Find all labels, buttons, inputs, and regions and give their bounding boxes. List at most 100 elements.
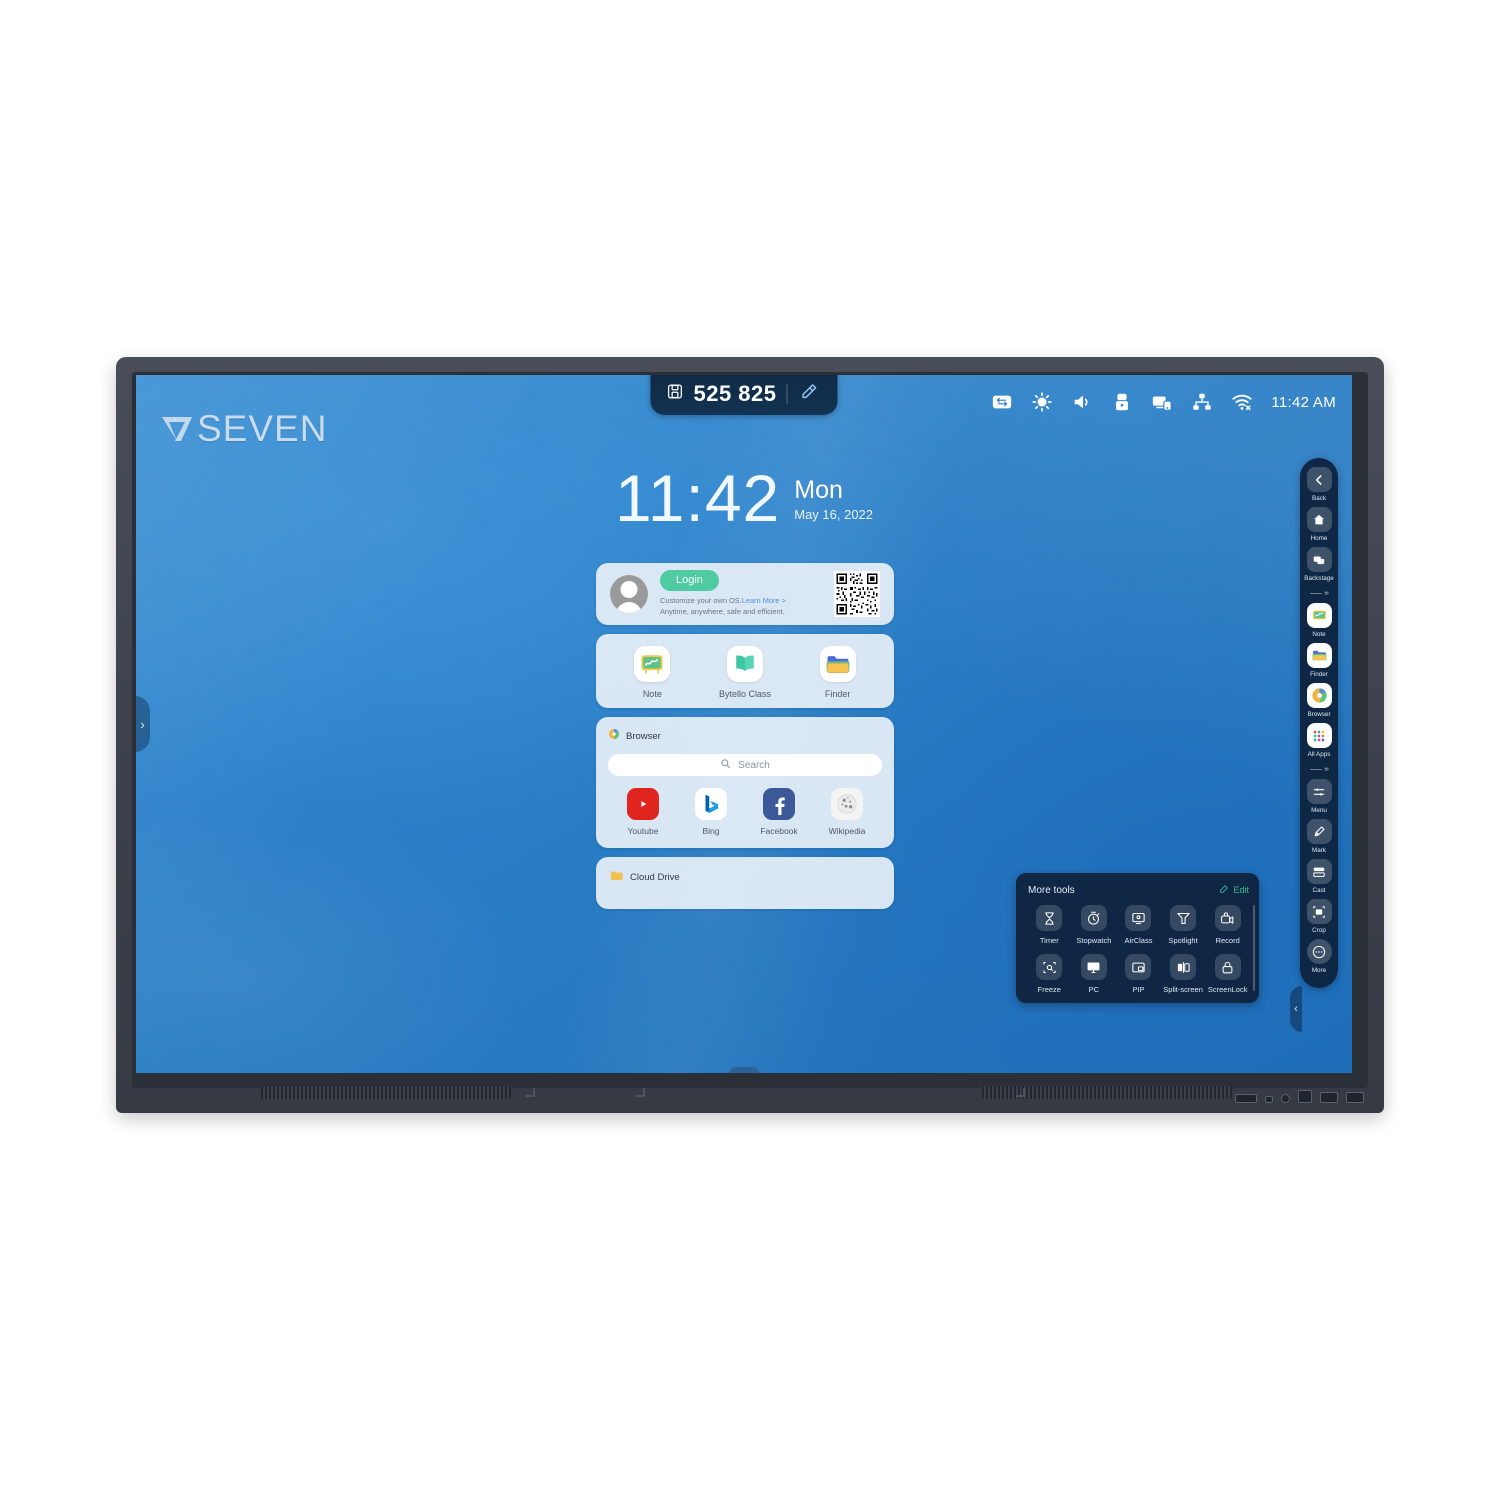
input-source-icon[interactable] [991,391,1013,413]
search-input[interactable]: Search [608,754,882,776]
search-icon [720,756,731,774]
browser-globe-icon [608,727,620,745]
wifi-off-icon[interactable] [1231,391,1253,413]
home-icon [1306,507,1332,532]
pen-eraser-icon[interactable] [798,382,820,407]
browser-globe-icon [1306,683,1332,708]
login-qr-code[interactable] [834,571,880,617]
sidebar-item-backstage[interactable]: Backstage [1304,547,1334,582]
tool-label: Split-screen [1163,985,1203,994]
brightness-icon[interactable] [1031,391,1053,413]
tool-airclass[interactable]: AirClass [1117,905,1160,945]
display-screen: SEVEN 525 825 11:42 AM 11:42 Mon May 16,… [136,375,1352,1073]
bookmark-label: Bing [702,826,720,836]
device-id-pill[interactable]: 525 825 [650,375,838,415]
apps-row: Note Bytello Class Finder [606,646,884,699]
bookmark-youtube[interactable]: Youtube [610,788,676,836]
tool-pc[interactable]: PC [1073,954,1116,994]
note-whiteboard-icon [634,646,671,682]
brand-logo: SEVEN [160,410,327,447]
sidebar-item-finder[interactable]: Finder [1306,643,1332,678]
sidebar-divider-2: ››› [1310,766,1329,773]
app-finder[interactable]: Finder [800,646,876,699]
tool-stopwatch[interactable]: Stopwatch [1073,905,1116,945]
sidebar-label: Home [1310,535,1328,542]
sidebar-item-mark[interactable]: Mark [1306,819,1332,854]
sidebar-item-cast[interactable]: Cast [1306,859,1332,894]
bookmark-wikipedia[interactable]: Wikipedia [814,788,880,836]
divider-chevrons: ››› [1324,766,1329,773]
backstage-windows-icon [1306,547,1332,572]
tool-freeze[interactable]: Freeze [1028,954,1071,994]
bytello-class-book-icon [726,646,763,682]
tool-screenlock[interactable]: ScreenLock [1206,954,1249,994]
mark-pen-icon [1306,819,1332,844]
volume-icon[interactable] [1071,391,1093,413]
app-bytello-class[interactable]: Bytello Class [707,646,783,699]
sidebar-item-home[interactable]: Home [1306,507,1332,542]
sidebar-item-crop[interactable]: Crop [1306,899,1332,934]
more-tools-grid: Timer Stopwatch AirClass Spotlight Recor… [1028,905,1249,994]
tool-pip[interactable]: PIP [1117,954,1160,994]
sidebar-item-browser[interactable]: Browser [1306,683,1332,718]
sidebar-item-note[interactable]: Note [1306,603,1332,638]
clock-date: May 16, 2022 [794,507,874,523]
login-card-body: Login Customize your own OS.Learn More >… [660,570,834,618]
status-clock: 11:42 AM [1271,393,1336,411]
io-port-cluster [1235,1090,1364,1103]
home-cards: Login Customize your own OS.Learn More >… [596,563,894,918]
login-desc-line2: Anytime, anywhere, safe and efficient. [660,607,785,617]
more-tools-title: More tools [1028,884,1075,896]
learn-more-link[interactable]: Learn More > [742,596,786,605]
screen-share-icon[interactable] [1151,391,1173,413]
network-icon[interactable] [1191,391,1213,413]
right-panel-handle[interactable]: ‹ [1290,986,1302,1032]
tool-label: PIP [1132,985,1145,994]
user-avatar[interactable] [610,575,648,613]
left-edge-handle[interactable]: › [136,696,150,752]
login-card: Login Customize your own OS.Learn More >… [596,563,894,625]
bezel-mark-right [1016,1088,1025,1097]
sidebar-label: Browser [1307,711,1331,718]
bookmark-label: Youtube [627,826,659,836]
port-hdmi [1235,1094,1257,1103]
bookmark-facebook[interactable]: Facebook [746,788,812,836]
sidebar-label: Menu [1311,807,1327,814]
clock-weekday: Mon [794,476,843,504]
sidebar-label: More [1311,967,1327,974]
login-card-description: Customize your own OS.Learn More > Anyti… [660,596,834,617]
menu-icon [1306,779,1332,804]
tool-split-screen[interactable]: Split-screen [1162,954,1205,994]
split-screen-icon [1170,954,1197,980]
sidebar-item-back[interactable]: Back [1306,467,1332,502]
more-tools-edit-button[interactable]: Edit [1219,884,1249,896]
bezel-mark-left [526,1088,535,1097]
tool-spotlight[interactable]: Spotlight [1162,905,1205,945]
app-label: Bytello Class [718,689,771,699]
cast-icon [1306,859,1332,884]
tool-label: Spotlight [1168,936,1198,945]
sidebar-label: Cast [1312,887,1326,894]
pill-divider [786,384,788,404]
note-whiteboard-icon [1306,603,1332,628]
screen-bottom-notch [729,1067,759,1073]
pc-monitor-icon [1080,954,1107,980]
port-usb-b [1346,1092,1364,1103]
sidebar-item-menu[interactable]: Menu [1306,779,1332,814]
tool-record[interactable]: Record [1206,905,1249,945]
bookmark-bing[interactable]: Bing [678,788,744,836]
sidebar-item-all-apps[interactable]: All Apps [1306,723,1332,758]
speaker-grille-left [261,1086,511,1099]
app-note[interactable]: Note [614,646,690,699]
bezel-mark-mid [636,1088,645,1097]
more-tools-edit-label: Edit [1233,885,1249,895]
sidebar-label: Backstage [1304,575,1334,582]
sidebar-item-more[interactable]: More [1306,939,1332,974]
more-tools-scrollbar[interactable] [1253,905,1255,991]
cloud-drive-card[interactable]: Cloud Drive [596,857,894,909]
usb-icon[interactable] [1111,391,1133,413]
bookmarks-row: Youtube Bing Facebook Wikipedia [608,788,882,836]
tool-timer[interactable]: Timer [1028,905,1071,945]
login-button[interactable]: Login [660,570,719,592]
crop-icon [1306,899,1332,924]
